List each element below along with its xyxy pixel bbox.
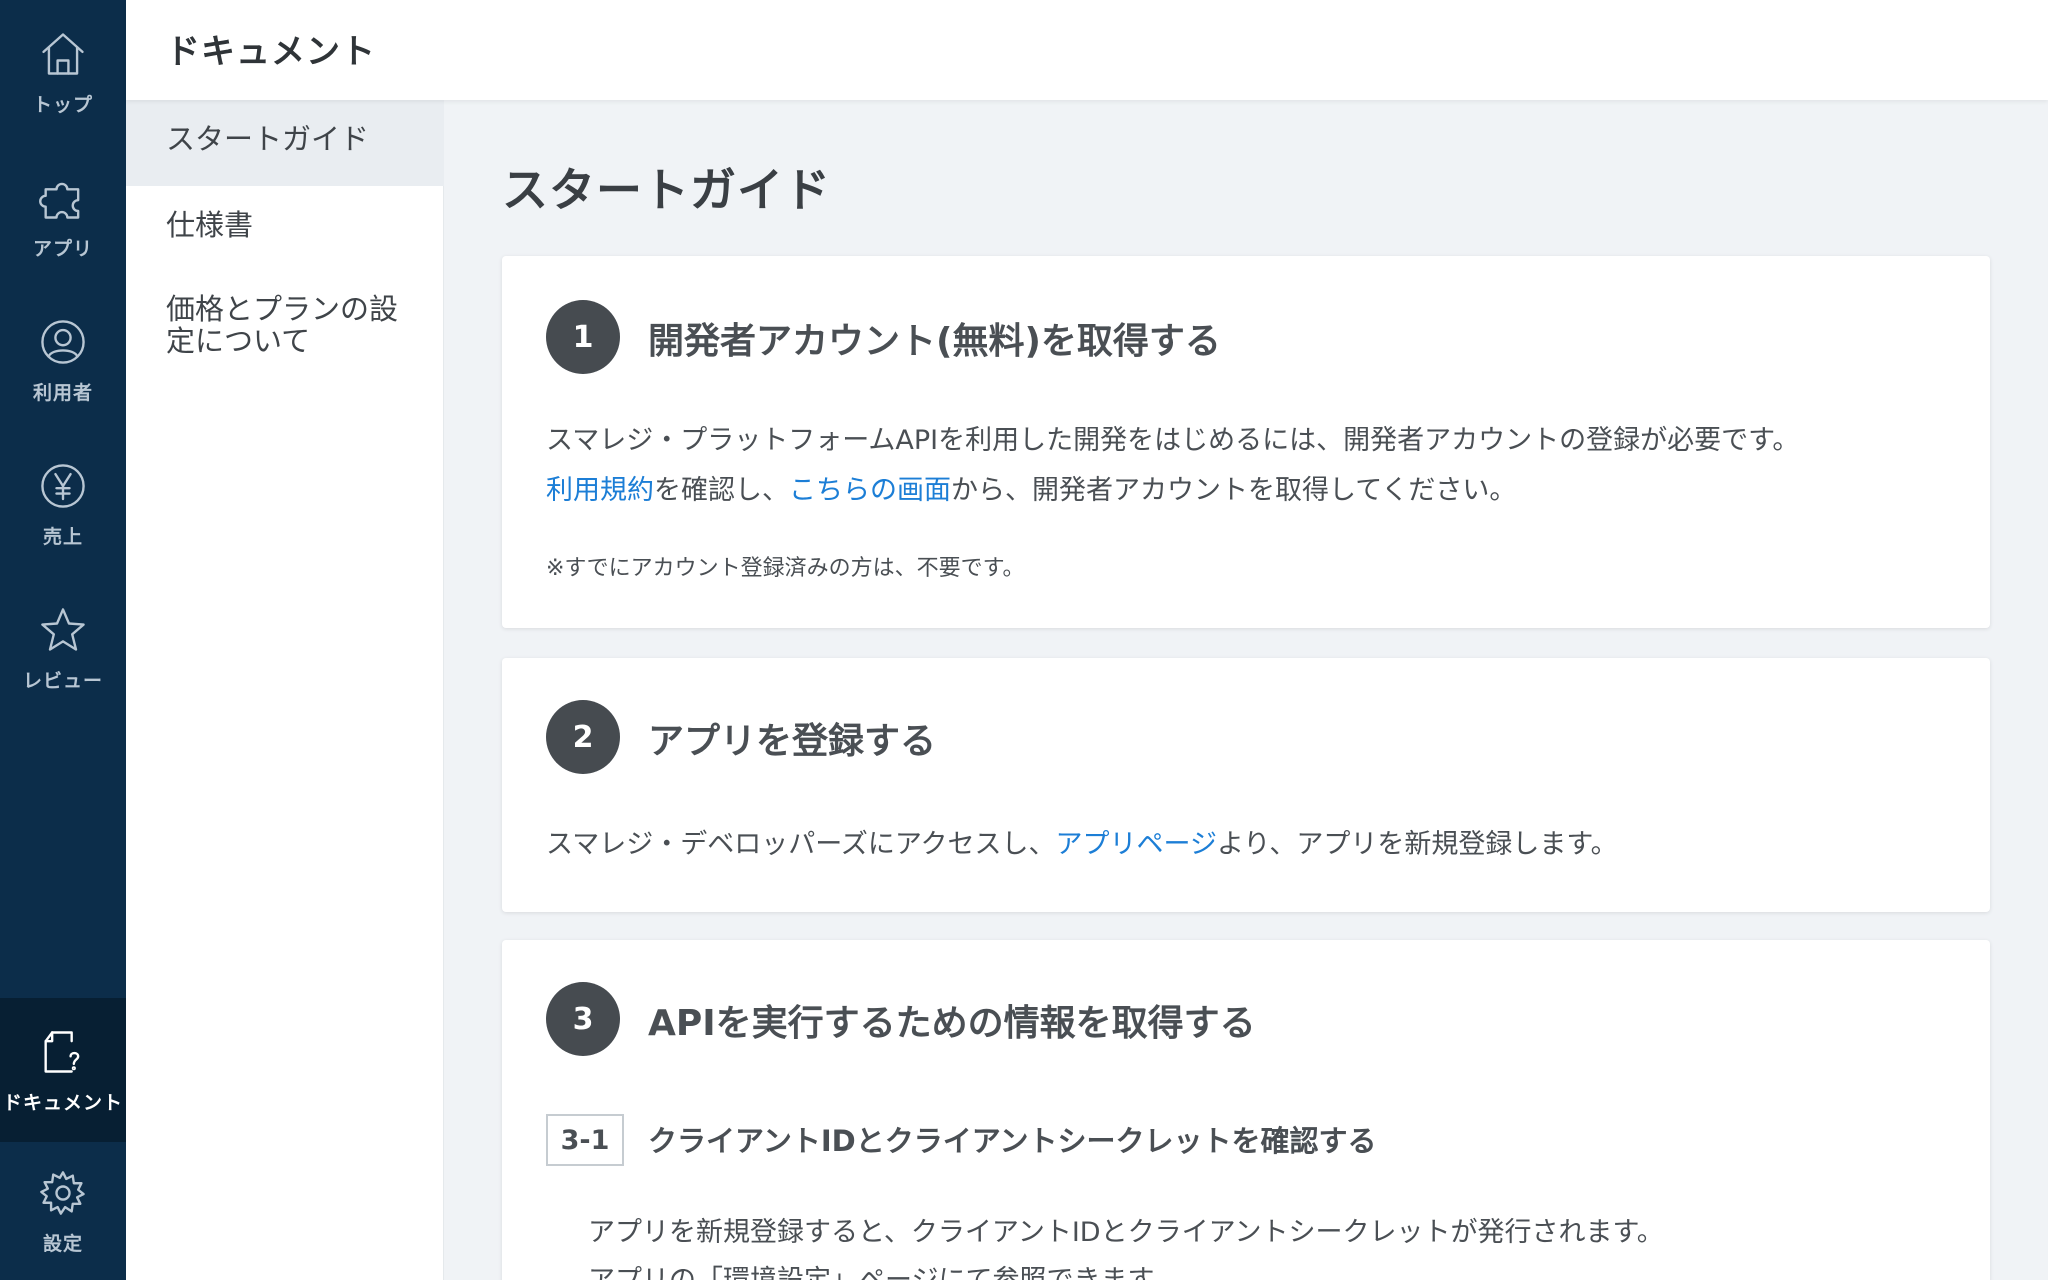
subnav-item-start-guide[interactable]: スタートガイド xyxy=(126,100,444,186)
step-text: 利用規約を確認し、こちらの画面から、開発者アカウントを取得してください。 xyxy=(546,468,1516,507)
subnav-item-pricing[interactable]: 価格とプランの設定について xyxy=(126,293,444,358)
step-number-badge: 3 xyxy=(546,982,620,1056)
text-segment: を確認し、 xyxy=(654,475,789,506)
substep-text: アプリを新規登録すると、クライアントIDとクライアントシークレットが発行されます… xyxy=(588,1217,1664,1248)
step-title: アプリを登録する xyxy=(648,721,937,762)
terms-link[interactable]: 利用規約 xyxy=(546,475,654,506)
rail-item-label: 設定 xyxy=(42,1232,83,1255)
app-page-link[interactable]: アプリページ xyxy=(1056,829,1217,860)
text-segment: から、開発者アカウントを取得してください。 xyxy=(951,475,1517,506)
rail-item-label: ドキュメント xyxy=(2,1091,123,1114)
rail-item-label: 利用者 xyxy=(32,381,93,404)
star-icon xyxy=(41,607,85,651)
document-help-icon xyxy=(44,1030,80,1073)
step-card-2: 2 アプリを登録する スマレジ・デベロッパーズにアクセスし、アプリページより、ア… xyxy=(502,658,1990,912)
doc-subnav: スタートガイド 仕様書 価格とプランの設定について xyxy=(126,100,444,1280)
header-title: ドキュメント xyxy=(166,32,376,72)
step-card-1: 1 開発者アカウント(無料)を取得する スマレジ・プラットフォームAPIを利用し… xyxy=(502,256,1990,628)
rail-item-users[interactable]: 利用者 xyxy=(0,288,126,432)
user-icon xyxy=(41,319,85,364)
text-segment: スマレジ・デベロッパーズにアクセスし、 xyxy=(546,829,1056,860)
subnav-item-spec[interactable]: 仕様書 xyxy=(126,208,444,243)
rail-item-label: 売上 xyxy=(42,525,83,548)
rail-item-settings[interactable]: 設定 xyxy=(0,1142,126,1280)
step-text: スマレジ・プラットフォームAPIを利用した開発をはじめるには、開発者アカウントの… xyxy=(546,425,1800,456)
step-note: ※すでにアカウント登録済みの方は、不要です。 xyxy=(546,556,1025,581)
substep-text: アプリの「環境設定」ページにて参照できます。 xyxy=(588,1258,1179,1280)
page-title: スタートガイド xyxy=(502,163,831,217)
step-card-3: 3 APIを実行するための情報を取得する 3-1 クライアントIDとクライアント… xyxy=(502,940,1990,1280)
top-header: ドキュメント xyxy=(126,0,2048,100)
rail-item-sales[interactable]: 売上 xyxy=(0,432,126,576)
rail-item-label: アプリ xyxy=(32,237,93,260)
yen-icon xyxy=(41,463,85,508)
gear-icon xyxy=(40,1170,85,1215)
puzzle-icon xyxy=(39,182,80,219)
rail-item-apps[interactable]: アプリ xyxy=(0,144,126,288)
step-number-badge: 2 xyxy=(546,700,620,774)
text-segment: より、アプリを新規登録します。 xyxy=(1216,829,1618,860)
substep-title: クライアントIDとクライアントシークレットを確認する xyxy=(648,1124,1377,1158)
rail-item-reviews[interactable]: レビュー xyxy=(0,576,126,720)
rail-item-label: レビュー xyxy=(22,669,103,692)
signup-link[interactable]: こちらの画面 xyxy=(789,475,951,506)
step-title: APIを実行するための情報を取得する xyxy=(648,1003,1256,1044)
step-title: 開発者アカウント(無料)を取得する xyxy=(648,321,1221,362)
rail-item-top[interactable]: トップ xyxy=(0,0,126,144)
rail-item-documents[interactable]: ドキュメント xyxy=(0,998,126,1142)
step-number-badge: 1 xyxy=(546,300,620,374)
home-icon xyxy=(42,32,84,75)
substep-number-badge: 3-1 xyxy=(546,1114,624,1166)
global-rail: トップ アプリ 利用者 売上 レビュー ドキュメント 設定 xyxy=(0,0,126,1280)
main-content: スタートガイド 1 開発者アカウント(無料)を取得する スマレジ・プラットフォー… xyxy=(444,100,2048,1280)
step-text: スマレジ・デベロッパーズにアクセスし、アプリページより、アプリを新規登録します。 xyxy=(546,822,1618,861)
rail-item-label: トップ xyxy=(32,93,93,116)
